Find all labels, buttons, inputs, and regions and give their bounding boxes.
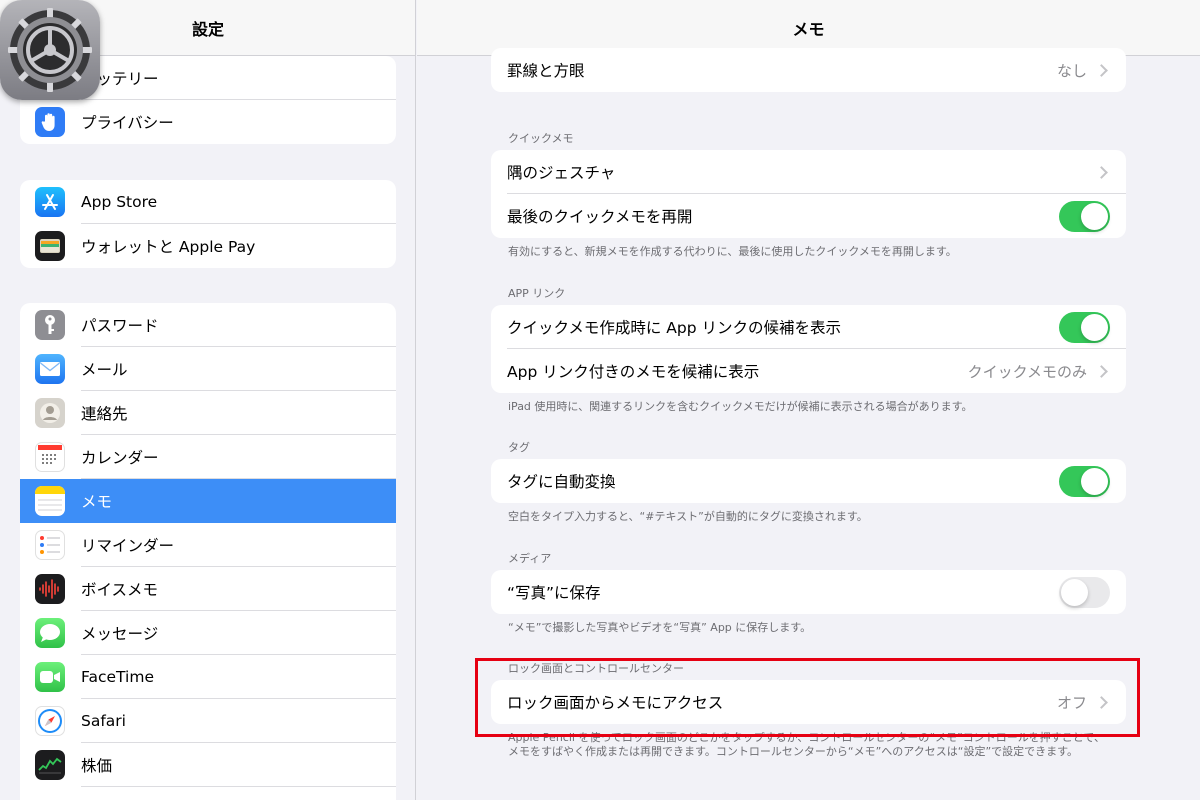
safari-icon: [35, 706, 65, 736]
sidebar-item-label: ウォレットと Apple Pay: [81, 238, 256, 256]
chevron-right-icon: [1095, 63, 1108, 77]
suggest-applinks-label: クイックメモ作成時に App リンクの候補を表示: [507, 319, 842, 337]
reminders-icon: [35, 530, 65, 560]
sidebar-item-reminders[interactable]: リマインダー: [20, 523, 396, 567]
stocks-icon: [35, 750, 65, 780]
sidebar-item-safari[interactable]: Safari: [20, 699, 396, 743]
show-linked-notes-value: クイックメモのみ: [967, 362, 1087, 381]
sidebar-item-label: カレンダー: [81, 435, 396, 479]
sidebar-item-label: パスワード: [81, 303, 396, 347]
sidebar-item-wallet[interactable]: ウォレットと Apple Pay: [20, 224, 396, 268]
tags-footer: 空白をタイプ入力すると、“#テキスト”が自動的にタグに変換されます。: [508, 510, 868, 523]
resume-last-quicknote-label: 最後のクイックメモを再開: [507, 208, 693, 226]
chevron-right-icon: [1095, 165, 1108, 179]
lockscreen-access-row[interactable]: ロック画面からメモにアクセス オフ: [491, 680, 1126, 724]
lockscreen-access-value: オフ: [1056, 693, 1087, 712]
sidebar-item-facetime[interactable]: FaceTime: [20, 655, 396, 699]
tags-header: タグ: [508, 441, 530, 454]
sidebar-item-label: メッセージ: [81, 611, 396, 655]
toggle-knob: [1081, 467, 1108, 495]
sidebar-item-label: FaceTime: [81, 655, 396, 699]
sidebar-item-label: Safari: [81, 699, 396, 743]
chevron-right-icon: [1095, 695, 1108, 709]
lines-grids-row[interactable]: 罫線と方眼 なし: [491, 48, 1126, 92]
calendar-icon: [35, 442, 65, 472]
sidebar-item-mail[interactable]: メール: [20, 347, 396, 391]
sidebar-item-label: 連絡先: [81, 391, 396, 435]
mail-icon: [35, 354, 65, 384]
sidebar-item-label: バッテリー: [81, 56, 396, 100]
sidebar-item-app-store[interactable]: App Store: [20, 180, 396, 224]
facetime-icon: [35, 662, 65, 692]
sidebar-item-notes[interactable]: メモ: [20, 479, 396, 523]
notes-settings-detail: メモ 罫線と方眼 なし クイックメモ 隅のジェスチャ 最後のクイックメモを再開 …: [417, 0, 1200, 800]
contacts-icon: [35, 398, 65, 428]
wallet-icon: [35, 231, 65, 261]
sidebar-item-label: 株価: [81, 743, 396, 787]
applinks-footer: iPad 使用時に、関連するリンクを含むクイックメモだけが候補に表示される場合が…: [508, 400, 973, 413]
corner-gesture-row[interactable]: 隅のジェスチャ: [491, 150, 1126, 194]
lockscreen-footer: Apple Pencil を使ってロック画面のどこかをタップするか、コントロール…: [508, 731, 1105, 758]
privacy-hand-icon: [35, 107, 65, 137]
sidebar-item-stocks[interactable]: 株価: [20, 743, 396, 787]
save-to-photos-label: “写真”に保存: [507, 584, 601, 602]
applinks-header: APP リンク: [508, 287, 566, 300]
toggle-knob: [1081, 313, 1108, 341]
lines-grids-group: 罫線と方眼 なし: [491, 48, 1126, 92]
corner-gesture-label: 隅のジェスチャ: [507, 164, 616, 182]
sidebar-group-store: App Store ウォレットと Apple Pay: [20, 180, 396, 268]
toggle-knob: [1061, 578, 1088, 606]
resume-last-quicknote-row: 最後のクイックメモを再開: [491, 194, 1126, 238]
resume-last-quicknote-toggle[interactable]: [1059, 200, 1110, 232]
sidebar-item-privacy[interactable]: プライバシー: [20, 100, 396, 144]
key-icon: [35, 310, 65, 340]
sidebar-item-label: プライバシー: [81, 114, 174, 132]
applinks-group: クイックメモ作成時に App リンクの候補を表示 App リンク付きのメモを候補…: [491, 305, 1126, 393]
lines-grids-value: なし: [1056, 61, 1087, 80]
toggle-knob: [1081, 202, 1108, 230]
settings-sidebar: 設定 バッテリー プライバシー App Store ウォレットと Apple P…: [0, 0, 416, 800]
auto-convert-tags-label: タグに自動変換: [507, 473, 616, 491]
sidebar-item-messages[interactable]: メッセージ: [20, 611, 396, 655]
tags-group: タグに自動変換: [491, 459, 1126, 503]
sidebar-item-label: リマインダー: [81, 523, 396, 567]
chevron-right-icon: [1095, 364, 1108, 378]
show-linked-notes-row[interactable]: App リンク付きのメモを候補に表示 クイックメモのみ: [491, 349, 1126, 393]
save-to-photos-toggle[interactable]: [1059, 576, 1110, 608]
quicknote-group: 隅のジェスチャ 最後のクイックメモを再開: [491, 150, 1126, 238]
media-header: メディア: [508, 552, 552, 565]
media-footer: “メモ”で撮影した写真やビデオを“写真” App に保存します。: [508, 621, 812, 634]
sidebar-group-apps: パスワード メール 連絡先 カレンダー メモ リマインダー ボイスメモ メッセー…: [20, 303, 396, 800]
lockscreen-group: ロック画面からメモにアクセス オフ: [491, 680, 1126, 724]
lines-grids-label: 罫線と方眼: [507, 62, 585, 80]
quicknote-footer: 有効にすると、新規メモを作成する代わりに、最後に使用したクイックメモを再開します…: [508, 245, 957, 258]
sidebar-item-label: ボイスメモ: [81, 567, 396, 611]
settings-app-icon: [0, 0, 100, 100]
sidebar-item-contacts[interactable]: 連絡先: [20, 391, 396, 435]
lockscreen-access-label: ロック画面からメモにアクセス: [507, 694, 724, 712]
notes-icon: [35, 486, 65, 516]
sidebar-item-passwords[interactable]: パスワード: [20, 303, 396, 347]
sidebar-item-label: メール: [81, 347, 396, 391]
suggest-applinks-toggle[interactable]: [1059, 311, 1110, 343]
sidebar-item-label: メモ: [81, 479, 396, 523]
save-to-photos-row: “写真”に保存: [491, 570, 1126, 614]
messages-icon: [35, 618, 65, 648]
media-group: “写真”に保存: [491, 570, 1126, 614]
sidebar-item-calendar[interactable]: カレンダー: [20, 435, 396, 479]
quicknote-header: クイックメモ: [508, 132, 574, 145]
show-linked-notes-label: App リンク付きのメモを候補に表示: [507, 363, 760, 381]
suggest-applinks-row: クイックメモ作成時に App リンクの候補を表示: [491, 305, 1126, 349]
sidebar-item-voice-memos[interactable]: ボイスメモ: [20, 567, 396, 611]
sidebar-item-label: App Store: [81, 180, 396, 224]
lockscreen-header: ロック画面とコントロールセンター: [508, 662, 684, 675]
voice-memos-icon: [35, 574, 65, 604]
auto-convert-tags-toggle[interactable]: [1059, 465, 1110, 497]
auto-convert-tags-row: タグに自動変換: [491, 459, 1126, 503]
app-store-icon: [35, 187, 65, 217]
